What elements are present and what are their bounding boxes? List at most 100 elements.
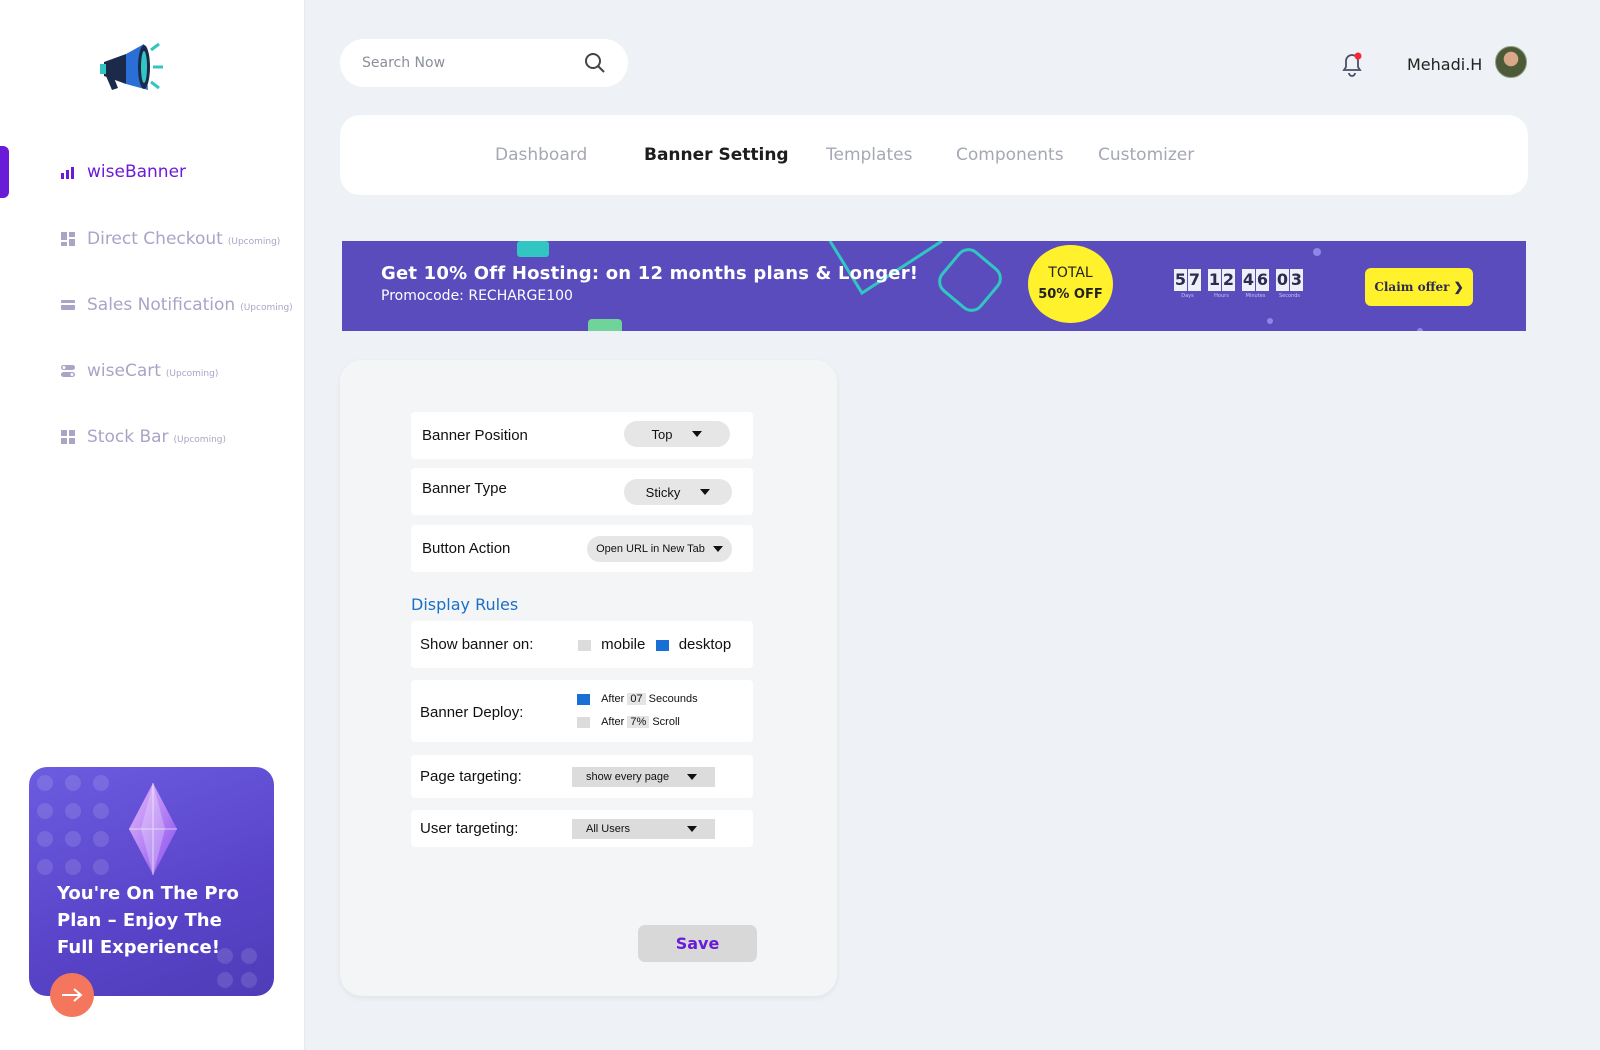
banner-position-select[interactable]: Top	[624, 421, 730, 447]
sidebar-item-label: Stock Bar	[87, 427, 169, 447]
countdown-digit: 3	[1290, 269, 1303, 291]
user-name[interactable]: Mehadi.H	[1407, 55, 1482, 74]
banner-settings-card: Banner Position Top Banner Type Sticky B…	[340, 360, 837, 996]
desktop-label: desktop	[678, 636, 732, 653]
countdown-digit: 0	[1276, 269, 1289, 291]
device-options: mobile desktop	[578, 636, 731, 653]
megaphone-logo-icon[interactable]	[96, 40, 166, 95]
search-icon[interactable]	[584, 52, 606, 74]
page-targeting-select[interactable]: show every page	[572, 767, 715, 787]
tab-dashboard[interactable]: Dashboard	[495, 145, 587, 165]
user-targeting-value: All Users	[586, 823, 631, 835]
card-icon	[60, 297, 76, 313]
search-input[interactable]	[362, 55, 582, 71]
countdown-timer: 5 7 Days 1 2 Hours 4 6 Minutes 0 3 Secon…	[1174, 269, 1310, 299]
box-icon	[60, 429, 76, 445]
countdown-label: Seconds	[1278, 293, 1300, 299]
banner-preview: Get 10% Off Hosting: on 12 months plans …	[342, 241, 1526, 331]
user-targeting-label: User targeting:	[420, 820, 519, 837]
deploy-seconds-checkbox[interactable]	[577, 693, 590, 705]
pro-plan-arrow-button[interactable]	[50, 973, 94, 1017]
upcoming-tag: (Upcoming)	[165, 368, 219, 379]
sidebar-item-label: Direct Checkout	[87, 229, 223, 249]
display-rules-title: Display Rules	[411, 595, 519, 614]
sidebar-item-wisecart[interactable]: wiseCart (Upcoming)	[60, 361, 218, 381]
banner-position-row: Banner Position Top	[411, 412, 753, 459]
countdown-days: 5 7 Days	[1174, 269, 1202, 299]
tab-templates[interactable]: Templates	[826, 145, 912, 165]
countdown-digit: 4	[1242, 269, 1255, 291]
search-bar[interactable]	[340, 39, 628, 87]
sidebar-item-stock-bar[interactable]: Stock Bar (Upcoming)	[60, 427, 226, 447]
mobile-checkbox[interactable]	[578, 639, 591, 651]
toggle-icon	[60, 363, 76, 379]
grid-icon	[60, 231, 76, 247]
banner-promocode: Promocode: RECHARGE100	[381, 288, 573, 304]
deploy-scroll-unit: Scroll	[652, 716, 680, 728]
upcoming-tag: (Upcoming)	[173, 434, 226, 445]
countdown-seconds: 0 3 Seconds	[1276, 269, 1304, 299]
deploy-after-label: After	[601, 716, 625, 728]
deploy-after-label: After	[601, 693, 625, 705]
caret-down-icon	[687, 826, 697, 832]
banner-deploy-row: Banner Deploy: After 07 Secounds After 7…	[411, 680, 753, 742]
tab-bar: Dashboard Banner Setting Templates Compo…	[340, 115, 1528, 195]
deploy-scroll-checkbox[interactable]	[577, 716, 590, 728]
offer-badge-line1: TOTAL	[1048, 265, 1093, 281]
deploy-scroll-input[interactable]: 7%	[627, 716, 650, 728]
notification-bell-icon[interactable]	[1340, 51, 1364, 82]
page-targeting-value: show every page	[586, 771, 670, 783]
banner-type-select[interactable]: Sticky	[624, 479, 732, 505]
tab-customizer[interactable]: Customizer	[1098, 145, 1194, 165]
offer-badge-line2: 50% OFF	[1038, 287, 1103, 302]
countdown-hours: 1 2 Hours	[1208, 269, 1236, 299]
desktop-checkbox[interactable]	[655, 639, 669, 651]
claim-offer-button[interactable]: Claim offer ❯	[1365, 268, 1473, 306]
countdown-digit: 1	[1208, 269, 1221, 291]
avatar[interactable]	[1495, 46, 1527, 78]
caret-down-icon	[712, 546, 723, 552]
countdown-digit: 6	[1256, 269, 1269, 291]
countdown-label: Hours	[1214, 293, 1229, 299]
banner-type-value: Sticky	[645, 484, 681, 500]
banner-decorations	[517, 241, 1423, 331]
caret-down-icon	[687, 774, 697, 780]
banner-title: Get 10% Off Hosting: on 12 months plans …	[381, 263, 919, 284]
sidebar-item-label: wiseBanner	[87, 162, 187, 182]
banner-position-value: Top	[651, 426, 673, 442]
sidebar-item-label: wiseCart	[87, 361, 161, 381]
show-banner-on-label: Show banner on:	[420, 636, 534, 653]
deploy-after-scroll-option: After 7% Scroll	[577, 716, 680, 728]
page-targeting-row: Page targeting: show every page	[411, 755, 753, 798]
diamond-crystal-icon	[129, 783, 177, 875]
countdown-digit: 7	[1188, 269, 1201, 291]
bar-chart-icon	[60, 164, 76, 180]
sidebar-item-sales-notification[interactable]: Sales Notification (Upcoming)	[60, 295, 293, 315]
caret-down-icon	[692, 431, 703, 437]
countdown-digit: 5	[1174, 269, 1187, 291]
deploy-after-seconds-option: After 07 Secounds	[577, 693, 698, 705]
user-targeting-row: User targeting: All Users	[411, 810, 753, 847]
sidebar: wiseBanner Direct Checkout (Upcoming) Sa…	[0, 0, 305, 1050]
banner-type-row: Banner Type Sticky	[411, 468, 753, 515]
sidebar-item-wisebanner[interactable]: wiseBanner	[60, 162, 186, 182]
arrow-right-icon	[62, 988, 83, 1002]
countdown-digit: 2	[1222, 269, 1235, 291]
countdown-minutes: 4 6 Minutes	[1242, 269, 1270, 299]
show-banner-on-row: Show banner on: mobile desktop	[411, 621, 753, 668]
tab-banner-setting[interactable]: Banner Setting	[644, 145, 789, 165]
upcoming-tag: (Upcoming)	[227, 236, 281, 247]
deploy-seconds-input[interactable]: 07	[627, 693, 646, 705]
save-button[interactable]: Save	[638, 925, 757, 962]
tab-components[interactable]: Components	[956, 145, 1064, 165]
sidebar-item-direct-checkout[interactable]: Direct Checkout (Upcoming)	[60, 229, 280, 249]
offer-badge: TOTAL 50% OFF	[1028, 245, 1113, 323]
deploy-seconds-unit: Secounds	[648, 693, 698, 705]
button-action-select[interactable]: Open URL in New Tab	[587, 536, 732, 562]
user-targeting-select[interactable]: All Users	[572, 819, 715, 839]
countdown-label: Minutes	[1245, 293, 1266, 299]
button-action-row: Button Action Open URL in New Tab	[411, 525, 753, 572]
button-action-label: Button Action	[422, 540, 511, 557]
upcoming-tag: (Upcoming)	[240, 302, 293, 313]
active-indicator	[0, 146, 9, 198]
